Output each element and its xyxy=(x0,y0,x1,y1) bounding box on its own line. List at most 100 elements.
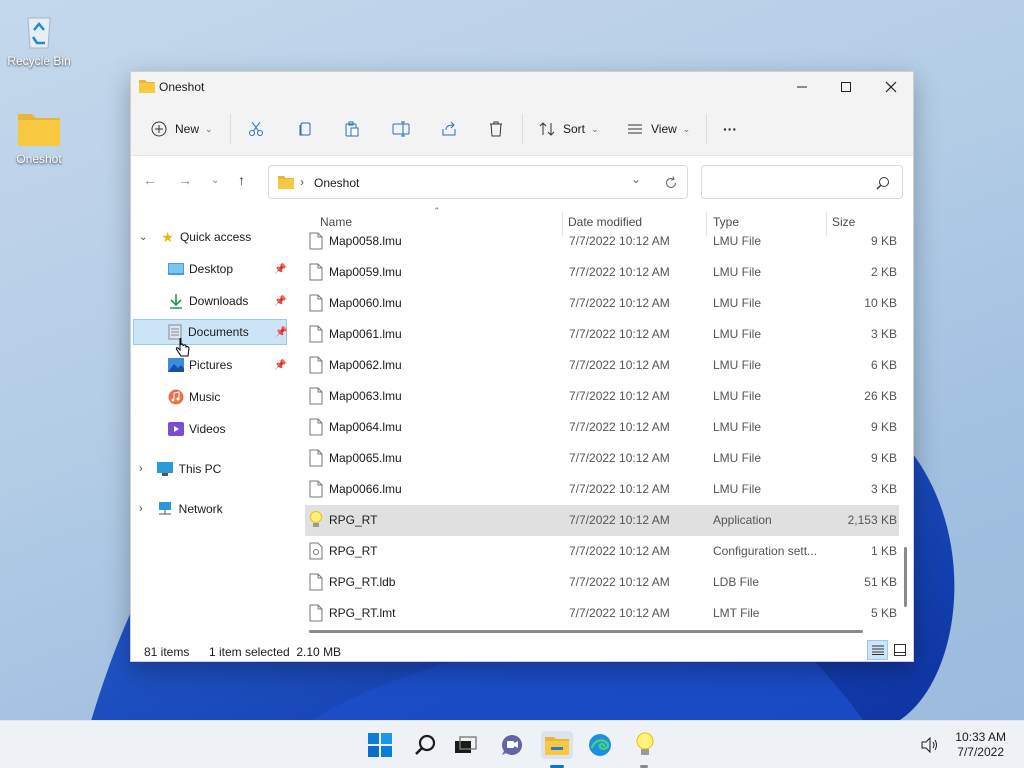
nav-item-music[interactable]: Music xyxy=(133,384,287,410)
file-date: 7/7/2022 10:12 AM xyxy=(569,296,670,310)
file-name: Map0063.lmu xyxy=(329,389,402,403)
nav-label: Desktop xyxy=(189,262,234,276)
taskbar-file-explorer[interactable] xyxy=(541,731,573,759)
nav-label: Music xyxy=(189,390,221,404)
more-icon: ··· xyxy=(723,121,737,137)
table-row[interactable]: Map0060.lmu 7/7/2022 10:12 AM LMU File 10 K… xyxy=(305,288,899,319)
file-type: LMU File xyxy=(713,296,762,310)
title-bar[interactable]: Oneshot xyxy=(131,72,913,102)
clipboard-icon xyxy=(345,121,359,137)
chevron-down-icon: ⌄ xyxy=(139,231,148,243)
up-arrow-icon[interactable]: ↑ xyxy=(238,172,245,188)
copy-icon xyxy=(299,122,311,136)
file-explorer-window: Oneshot New ⌄ Sort ⌄ View ⌄ ··· ← → ⌄ ↑ … xyxy=(130,71,914,662)
search-input[interactable] xyxy=(708,172,868,192)
copy-button[interactable] xyxy=(297,116,313,142)
large-icons-view-button[interactable] xyxy=(890,640,910,660)
scissors-icon xyxy=(249,121,263,136)
recent-locations-chevron-icon[interactable]: ⌄ xyxy=(211,175,219,186)
more-options-button[interactable]: ··· xyxy=(723,116,737,142)
volume-icon[interactable] xyxy=(921,737,939,753)
table-row[interactable]: Map0066.lmu 7/7/2022 10:12 AM LMU File 3 KB xyxy=(305,474,899,505)
nav-label: Pictures xyxy=(189,358,233,372)
lightbulb-icon xyxy=(310,511,322,527)
delete-button[interactable] xyxy=(488,116,504,142)
share-icon xyxy=(442,121,456,136)
table-row[interactable]: RPG_RT.lmt 7/7/2022 10:12 AM LMT File 5 KB xyxy=(305,598,899,626)
table-row[interactable]: RPG_RT 7/7/2022 10:12 AM Configuration set… xyxy=(305,536,899,567)
file-size: 3 KB xyxy=(870,327,897,341)
back-arrow-icon[interactable]: ← xyxy=(143,172,157,188)
horizontal-scrollbar[interactable] xyxy=(309,630,863,633)
file-size: 9 KB xyxy=(870,234,897,248)
nav-this-pc[interactable]: › This PC xyxy=(139,456,289,482)
file-name: Map0059.lmu xyxy=(329,265,402,279)
vertical-scrollbar[interactable] xyxy=(904,212,908,627)
table-row[interactable]: Map0058.lmu 7/7/2022 10:12 AM LMU File 9 KB xyxy=(305,232,899,257)
file-type: LMU File xyxy=(713,358,762,372)
forward-arrow-icon[interactable]: → xyxy=(178,172,192,188)
paste-button[interactable] xyxy=(344,116,360,142)
close-button[interactable] xyxy=(868,72,914,102)
chevron-right-icon: › xyxy=(139,503,143,515)
pin-icon: 📌 xyxy=(274,295,287,307)
nav-item-documents[interactable]: Documents 📌 xyxy=(133,319,287,345)
share-button[interactable] xyxy=(441,116,457,142)
chat-button[interactable] xyxy=(498,731,526,759)
taskbar-search-button[interactable] xyxy=(411,731,439,759)
table-row[interactable]: Map0065.lmu 7/7/2022 10:12 AM LMU File 9 KB xyxy=(305,443,899,474)
nav-item-downloads[interactable]: Downloads 📌 xyxy=(133,288,287,314)
new-button[interactable]: New ⌄ xyxy=(151,116,213,142)
table-row[interactable]: Map0064.lmu 7/7/2022 10:12 AM LMU File 9 KB xyxy=(305,412,899,443)
nav-label: Quick access xyxy=(179,230,252,244)
trash-icon xyxy=(490,121,502,137)
file-type: LMU File xyxy=(713,420,762,434)
scrollbar-thumb[interactable] xyxy=(904,547,907,607)
address-bar[interactable]: › Oneshot ⌄ xyxy=(268,165,688,199)
table-row[interactable]: Map0061.lmu 7/7/2022 10:12 AM LMU File 3 KB xyxy=(305,319,899,350)
plus-circle-icon xyxy=(151,121,167,137)
table-row[interactable]: Map0062.lmu 7/7/2022 10:12 AM LMU File 6 KB xyxy=(305,350,899,381)
taskbar-oneshot-app[interactable] xyxy=(631,731,659,759)
desktop-icon-oneshot[interactable]: Oneshot xyxy=(1,108,77,166)
refresh-icon[interactable] xyxy=(664,176,678,190)
file-icon xyxy=(309,604,323,622)
nav-item-pictures[interactable]: Pictures 📌 xyxy=(133,352,287,378)
folder-icon xyxy=(278,176,294,189)
breadcrumb-separator: › xyxy=(300,175,304,189)
rename-icon xyxy=(392,121,410,137)
desktop-icon-recycle-bin[interactable]: Recycle Bin xyxy=(1,10,77,68)
system-clock[interactable]: 10:33 AM 7/7/2022 xyxy=(955,730,1006,760)
table-row[interactable]: RPG_RT.ldb 7/7/2022 10:12 AM LDB File 51 KB xyxy=(305,567,899,598)
task-view-button[interactable] xyxy=(452,731,480,759)
table-row[interactable]: RPG_RT 7/7/2022 10:12 AM Application 2,153 … xyxy=(305,505,899,536)
start-button[interactable] xyxy=(366,731,394,759)
nav-item-desktop[interactable]: Desktop 📌 xyxy=(133,256,287,282)
table-row[interactable]: Map0059.lmu 7/7/2022 10:12 AM LMU File 2 KB xyxy=(305,257,899,288)
view-button[interactable]: View ⌄ xyxy=(627,116,690,142)
selection-info: 1 item selected 2.10 MB xyxy=(209,645,342,659)
minimize-button[interactable] xyxy=(779,72,825,102)
cut-button[interactable] xyxy=(248,116,264,142)
nav-item-videos[interactable]: Videos xyxy=(133,416,287,442)
view-label: View xyxy=(651,122,677,136)
details-view-button[interactable] xyxy=(867,640,888,660)
file-date: 7/7/2022 10:12 AM xyxy=(569,420,670,434)
nav-quick-access[interactable]: ⌄ ★ Quick access xyxy=(139,224,289,250)
folder-icon xyxy=(139,80,155,93)
file-type: LMU File xyxy=(713,389,762,403)
search-box[interactable] xyxy=(701,165,903,199)
sort-button[interactable]: Sort ⌄ xyxy=(539,116,599,142)
rename-button[interactable] xyxy=(392,116,410,142)
pin-icon: 📌 xyxy=(275,326,288,338)
address-dropdown-chevron-icon[interactable]: ⌄ xyxy=(631,172,641,186)
close-icon xyxy=(885,81,897,93)
taskbar-edge[interactable] xyxy=(586,731,614,759)
file-icon xyxy=(309,263,323,281)
taskbar: 10:33 AM 7/7/2022 xyxy=(0,720,1024,768)
file-size: 5 KB xyxy=(870,606,897,620)
table-row[interactable]: Map0063.lmu 7/7/2022 10:12 AM LMU File 26 K… xyxy=(305,381,899,412)
breadcrumb-current-folder[interactable]: Oneshot xyxy=(314,176,359,190)
nav-network[interactable]: › Network xyxy=(139,496,289,522)
maximize-button[interactable] xyxy=(823,72,869,102)
